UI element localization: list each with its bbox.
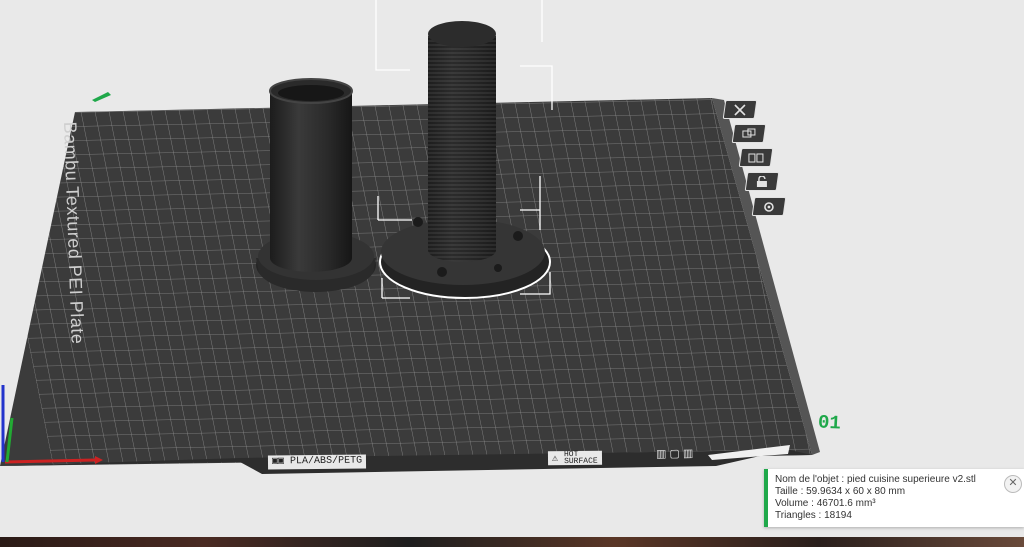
surface-line-2: SURFACE xyxy=(564,456,598,467)
warning-icon: ⚠ xyxy=(551,453,565,465)
object-triangles: Triangles : 18194 xyxy=(775,510,852,521)
plate-number: 01 xyxy=(817,411,842,435)
object-name: Nom de l'objet : pied cuisine superieure… xyxy=(775,474,976,485)
orient-icon xyxy=(742,128,756,137)
3d-viewport[interactable]: Bambu Textured PEI Plate 01 ▣▣ PLA/ABS/P… xyxy=(0,0,1024,537)
material-list: PLA/ABS/PETG xyxy=(289,455,363,468)
close-info-button[interactable]: ✕ xyxy=(1004,475,1022,493)
plate-preview-icon[interactable]: ▢ xyxy=(669,448,680,460)
lock-icon xyxy=(757,175,767,187)
x-axis xyxy=(4,458,96,464)
close-icon xyxy=(734,103,746,116)
filament-icon[interactable]: ▥ xyxy=(683,448,694,460)
plate-settings-button[interactable] xyxy=(751,197,787,216)
lock-plate-button[interactable] xyxy=(744,172,780,191)
object-volume: Volume : 46701.6 mm³ xyxy=(775,498,876,509)
plate-bottom-icons: ▥ ▢ ▥ xyxy=(656,447,694,461)
edit-plate-name-icon xyxy=(92,92,111,102)
taskbar-strip xyxy=(0,537,1024,547)
object-info-panel: Nom de l'objet : pied cuisine superieure… xyxy=(764,469,1024,527)
arrange-button[interactable] xyxy=(738,148,774,167)
hot-surface-tag: ⚠ HOT SURFACE xyxy=(547,450,602,467)
trash-icon[interactable]: ▥ xyxy=(656,448,667,460)
delete-plate-button[interactable] xyxy=(722,100,758,119)
orient-button[interactable] xyxy=(731,124,767,143)
arrange-icon xyxy=(748,153,764,162)
qr-icon: ▣▣ xyxy=(271,456,291,468)
build-plate-scene[interactable] xyxy=(0,0,1024,537)
plate-material-tag: ▣▣ PLA/ABS/PETG xyxy=(267,454,367,470)
settings-icon xyxy=(764,201,774,212)
object-size: Taille : 59.9634 x 60 x 80 mm xyxy=(775,486,906,497)
